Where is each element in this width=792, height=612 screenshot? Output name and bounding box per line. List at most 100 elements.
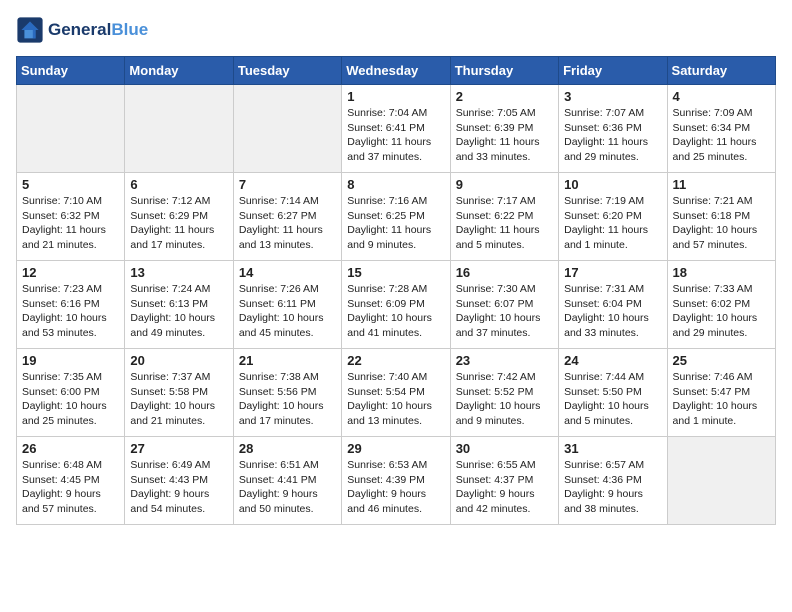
day-info: Sunrise: 7:31 AM Sunset: 6:04 PM Dayligh… xyxy=(564,282,661,341)
day-number: 22 xyxy=(347,353,444,368)
day-info: Sunrise: 7:28 AM Sunset: 6:09 PM Dayligh… xyxy=(347,282,444,341)
calendar-cell: 31 Sunrise: 6:57 AM Sunset: 4:36 PM Dayli… xyxy=(559,437,667,525)
day-info: Sunrise: 7:04 AM Sunset: 6:41 PM Dayligh… xyxy=(347,106,444,165)
calendar-cell: 11Sunrise: 7:21 AM Sunset: 6:18 PM Dayli… xyxy=(667,173,775,261)
day-info: Sunrise: 6:53 AM Sunset: 4:39 PM Dayligh… xyxy=(347,458,444,517)
logo-icon xyxy=(16,16,44,44)
day-info: Sunrise: 7:38 AM Sunset: 5:56 PM Dayligh… xyxy=(239,370,336,429)
weekday-header-tuesday: Tuesday xyxy=(233,57,341,85)
day-info: Sunrise: 7:09 AM Sunset: 6:34 PM Dayligh… xyxy=(673,106,770,165)
calendar-week-5: 26Sunrise: 6:48 AM Sunset: 4:45 PM Dayli… xyxy=(17,437,776,525)
day-number: 11 xyxy=(673,177,770,192)
day-number: 7 xyxy=(239,177,336,192)
calendar-cell: 23 Sunrise: 7:42 AM Sunset: 5:52 PM Dayli… xyxy=(450,349,558,437)
day-number: 9 xyxy=(456,177,553,192)
calendar-cell: 28 Sunrise: 6:51 AM Sunset: 4:41 PM Dayli… xyxy=(233,437,341,525)
calendar-cell: 19 Sunrise: 7:35 AM Sunset: 6:00 PM Dayli… xyxy=(17,349,125,437)
calendar-cell: 26Sunrise: 6:48 AM Sunset: 4:45 PM Dayli… xyxy=(17,437,125,525)
logo: GeneralBlue xyxy=(16,16,148,44)
day-info: Sunrise: 6:49 AM Sunset: 4:43 PM Dayligh… xyxy=(130,458,227,517)
day-info: Sunrise: 7:10 AM Sunset: 6:32 PM Dayligh… xyxy=(22,194,119,253)
weekday-header-thursday: Thursday xyxy=(450,57,558,85)
day-info: Sunrise: 7:05 AM Sunset: 6:39 PM Dayligh… xyxy=(456,106,553,165)
day-info: Sunrise: 7:23 AM Sunset: 6:16 PM Dayligh… xyxy=(22,282,119,341)
day-number: 13 xyxy=(130,265,227,280)
calendar-week-4: 19 Sunrise: 7:35 AM Sunset: 6:00 PM Dayli… xyxy=(17,349,776,437)
day-info: Sunrise: 7:17 AM Sunset: 6:22 PM Dayligh… xyxy=(456,194,553,253)
day-number: 23 xyxy=(456,353,553,368)
day-info: Sunrise: 6:57 AM Sunset: 4:36 PM Dayligh… xyxy=(564,458,661,517)
day-info: Sunrise: 7:44 AM Sunset: 5:50 PM Dayligh… xyxy=(564,370,661,429)
day-number: 1 xyxy=(347,89,444,104)
calendar-cell: 25Sunrise: 7:46 AM Sunset: 5:47 PM Dayli… xyxy=(667,349,775,437)
calendar-week-1: 1 Sunrise: 7:04 AM Sunset: 6:41 PM Daylig… xyxy=(17,85,776,173)
day-number: 20 xyxy=(130,353,227,368)
calendar-week-2: 5 Sunrise: 7:10 AM Sunset: 6:32 PM Daylig… xyxy=(17,173,776,261)
calendar-cell: 27 Sunrise: 6:49 AM Sunset: 4:43 PM Dayli… xyxy=(125,437,233,525)
calendar-cell: 7 Sunrise: 7:14 AM Sunset: 6:27 PM Daylig… xyxy=(233,173,341,261)
calendar-cell: 22 Sunrise: 7:40 AM Sunset: 5:54 PM Dayli… xyxy=(342,349,450,437)
day-number: 17 xyxy=(564,265,661,280)
day-number: 8 xyxy=(347,177,444,192)
day-number: 25 xyxy=(673,353,770,368)
calendar-cell: 20 Sunrise: 7:37 AM Sunset: 5:58 PM Dayli… xyxy=(125,349,233,437)
day-number: 2 xyxy=(456,89,553,104)
calendar-cell: 16Sunrise: 7:30 AM Sunset: 6:07 PM Dayli… xyxy=(450,261,558,349)
day-info: Sunrise: 7:26 AM Sunset: 6:11 PM Dayligh… xyxy=(239,282,336,341)
day-number: 24 xyxy=(564,353,661,368)
day-number: 15 xyxy=(347,265,444,280)
day-info: Sunrise: 7:40 AM Sunset: 5:54 PM Dayligh… xyxy=(347,370,444,429)
weekday-header-friday: Friday xyxy=(559,57,667,85)
header: GeneralBlue xyxy=(16,16,776,44)
calendar-cell: 30Sunrise: 6:55 AM Sunset: 4:37 PM Dayli… xyxy=(450,437,558,525)
day-info: Sunrise: 6:51 AM Sunset: 4:41 PM Dayligh… xyxy=(239,458,336,517)
day-info: Sunrise: 7:14 AM Sunset: 6:27 PM Dayligh… xyxy=(239,194,336,253)
day-number: 19 xyxy=(22,353,119,368)
day-number: 6 xyxy=(130,177,227,192)
day-number: 4 xyxy=(673,89,770,104)
day-info: Sunrise: 7:33 AM Sunset: 6:02 PM Dayligh… xyxy=(673,282,770,341)
day-number: 21 xyxy=(239,353,336,368)
day-number: 10 xyxy=(564,177,661,192)
calendar-cell: 15 Sunrise: 7:28 AM Sunset: 6:09 PM Dayli… xyxy=(342,261,450,349)
weekday-header-sunday: Sunday xyxy=(17,57,125,85)
calendar-cell: 1 Sunrise: 7:04 AM Sunset: 6:41 PM Daylig… xyxy=(342,85,450,173)
day-info: Sunrise: 7:07 AM Sunset: 6:36 PM Dayligh… xyxy=(564,106,661,165)
calendar-cell: 12 Sunrise: 7:23 AM Sunset: 6:16 PM Dayli… xyxy=(17,261,125,349)
calendar-cell: 3 Sunrise: 7:07 AM Sunset: 6:36 PM Daylig… xyxy=(559,85,667,173)
calendar-cell: 8Sunrise: 7:16 AM Sunset: 6:25 PM Daylig… xyxy=(342,173,450,261)
calendar-cell: 17 Sunrise: 7:31 AM Sunset: 6:04 PM Dayli… xyxy=(559,261,667,349)
day-number: 29 xyxy=(347,441,444,456)
day-info: Sunrise: 7:30 AM Sunset: 6:07 PM Dayligh… xyxy=(456,282,553,341)
calendar-cell: 4 Sunrise: 7:09 AM Sunset: 6:34 PM Daylig… xyxy=(667,85,775,173)
day-number: 3 xyxy=(564,89,661,104)
day-info: Sunrise: 7:37 AM Sunset: 5:58 PM Dayligh… xyxy=(130,370,227,429)
day-info: Sunrise: 6:55 AM Sunset: 4:37 PM Dayligh… xyxy=(456,458,553,517)
day-number: 14 xyxy=(239,265,336,280)
calendar-cell xyxy=(17,85,125,173)
day-info: Sunrise: 7:19 AM Sunset: 6:20 PM Dayligh… xyxy=(564,194,661,253)
weekday-header-row: SundayMondayTuesdayWednesdayThursdayFrid… xyxy=(17,57,776,85)
calendar-cell: 6Sunrise: 7:12 AM Sunset: 6:29 PM Daylig… xyxy=(125,173,233,261)
day-number: 12 xyxy=(22,265,119,280)
day-info: Sunrise: 6:48 AM Sunset: 4:45 PM Dayligh… xyxy=(22,458,119,517)
calendar-week-3: 12 Sunrise: 7:23 AM Sunset: 6:16 PM Dayli… xyxy=(17,261,776,349)
calendar-cell: 5 Sunrise: 7:10 AM Sunset: 6:32 PM Daylig… xyxy=(17,173,125,261)
calendar-cell: 14 Sunrise: 7:26 AM Sunset: 6:11 PM Dayli… xyxy=(233,261,341,349)
day-number: 18 xyxy=(673,265,770,280)
calendar-cell: 10 Sunrise: 7:19 AM Sunset: 6:20 PM Dayli… xyxy=(559,173,667,261)
calendar-cell: 13 Sunrise: 7:24 AM Sunset: 6:13 PM Dayli… xyxy=(125,261,233,349)
calendar-table: SundayMondayTuesdayWednesdayThursdayFrid… xyxy=(16,56,776,525)
day-number: 31 xyxy=(564,441,661,456)
day-number: 28 xyxy=(239,441,336,456)
calendar-cell: 21 Sunrise: 7:38 AM Sunset: 5:56 PM Dayli… xyxy=(233,349,341,437)
calendar-cell: 9 Sunrise: 7:17 AM Sunset: 6:22 PM Daylig… xyxy=(450,173,558,261)
day-number: 27 xyxy=(130,441,227,456)
calendar-cell: 18 Sunrise: 7:33 AM Sunset: 6:02 PM Dayli… xyxy=(667,261,775,349)
day-number: 5 xyxy=(22,177,119,192)
calendar-cell: 2 Sunrise: 7:05 AM Sunset: 6:39 PM Daylig… xyxy=(450,85,558,173)
calendar-cell: 29 Sunrise: 6:53 AM Sunset: 4:39 PM Dayli… xyxy=(342,437,450,525)
day-info: Sunrise: 7:24 AM Sunset: 6:13 PM Dayligh… xyxy=(130,282,227,341)
day-info: Sunrise: 7:42 AM Sunset: 5:52 PM Dayligh… xyxy=(456,370,553,429)
day-info: Sunrise: 7:35 AM Sunset: 6:00 PM Dayligh… xyxy=(22,370,119,429)
